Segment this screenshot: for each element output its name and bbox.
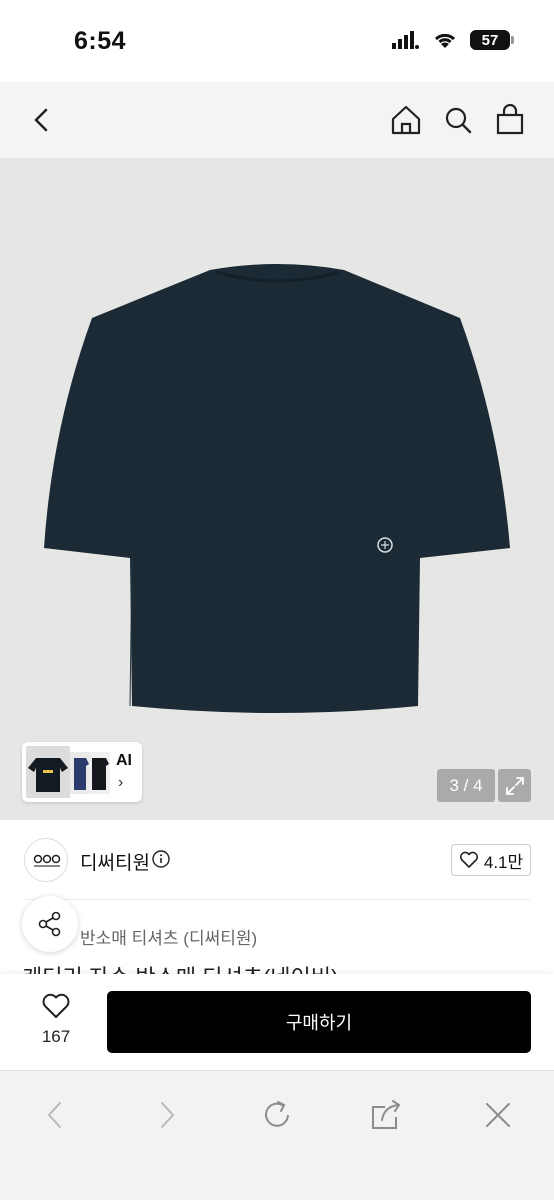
product-title: 케더리 자수 반소매 티셔츠(네이비) [22,960,338,974]
status-indicators: 57 [392,30,514,50]
divider [24,899,530,900]
status-time: 6:54 [74,27,127,55]
tshirt-back-image [44,264,510,713]
thumbnail-strip [26,746,110,798]
status-bar: 6:54 57 [0,0,554,82]
page-indicator: 3 / 4 [437,769,495,802]
fullscreen-button[interactable] [498,769,531,802]
home-icon[interactable] [386,100,426,140]
brand-name[interactable]: 디써티원 [80,848,150,875]
brand-like-count: 4.1만 [483,852,524,872]
info-icon[interactable] [152,850,170,868]
share-button[interactable] [22,896,78,952]
share-icon [38,911,61,937]
wishlist-count: 167 [41,1027,71,1046]
product-category[interactable]: 반소매 티셔츠 (디써티원) [80,924,257,949]
browser-back-icon[interactable] [36,1095,76,1135]
wifi-icon [434,33,456,48]
browser-forward-icon[interactable] [146,1095,186,1135]
back-icon[interactable] [24,100,64,140]
close-icon[interactable] [478,1095,518,1135]
cellular-signal-icon [392,31,419,49]
nav-bar [0,82,554,158]
chevron-right-icon: › [118,774,124,791]
search-icon[interactable] [438,100,478,140]
ai-similar-items-card[interactable]: AI › [22,742,142,802]
refresh-icon[interactable] [257,1095,297,1135]
expand-icon [505,776,524,795]
brand-like-button[interactable]: 4.1만 [451,844,531,876]
buy-button[interactable]: 구매하기 [107,991,531,1053]
browser-toolbar [0,1070,554,1200]
ai-label: AI [116,752,132,769]
shopping-bag-icon[interactable] [490,100,530,140]
product-image-carousel[interactable]: AI › 3 / 4 [0,158,554,820]
purchase-bar: 167 구매하기 [0,974,554,1070]
brand-row: 디써티원 4.1만 [0,836,554,886]
share-out-icon[interactable] [367,1095,407,1135]
battery-indicator: 57 [470,30,514,50]
heart-icon [459,851,478,868]
wishlist-button[interactable]: 167 [28,992,84,1056]
brand-logo[interactable] [24,838,68,882]
heart-icon [42,993,70,1018]
